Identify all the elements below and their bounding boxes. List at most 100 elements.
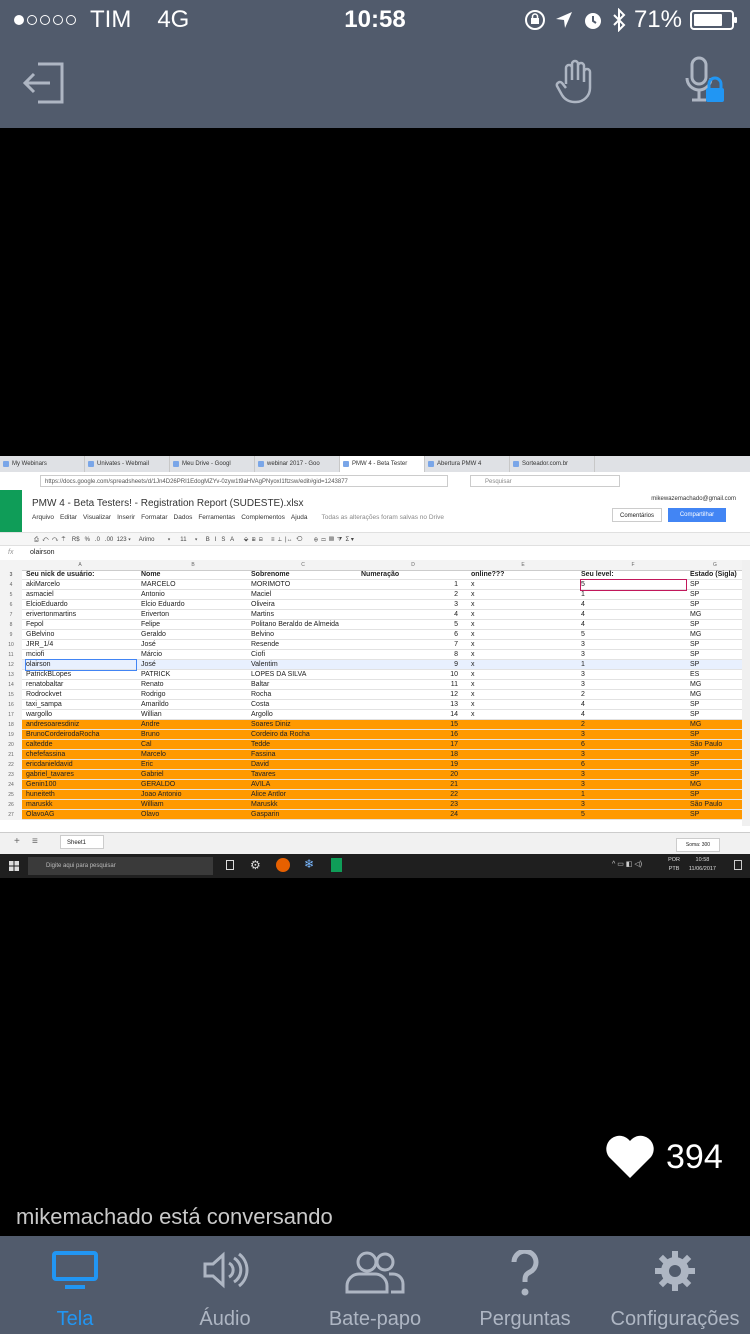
row-number[interactable]: 13 bbox=[0, 670, 22, 680]
mic-locked-icon[interactable] bbox=[684, 56, 728, 108]
exit-icon[interactable] bbox=[22, 60, 66, 106]
browser-tab[interactable]: My Webinars bbox=[0, 456, 85, 472]
table-cell[interactable]: 4 bbox=[581, 710, 686, 720]
table-cell[interactable]: 6 bbox=[581, 760, 686, 770]
nav-bate-papo[interactable]: Bate-papo bbox=[300, 1236, 450, 1334]
table-cell[interactable]: Gabriel bbox=[141, 770, 246, 780]
column-header[interactable]: G bbox=[688, 560, 742, 570]
table-cell[interactable]: São Paulo bbox=[690, 800, 742, 810]
menu-item[interactable]: Editar bbox=[60, 514, 77, 521]
table-cell[interactable]: 3 bbox=[581, 670, 686, 680]
table-cell[interactable]: x bbox=[471, 580, 576, 590]
browser-search-input[interactable]: Pesquisar bbox=[470, 475, 620, 487]
table-cell[interactable]: Antonio bbox=[141, 590, 246, 600]
table-cell[interactable]: 1 bbox=[581, 590, 686, 600]
table-cell[interactable]: 11 bbox=[361, 680, 458, 690]
menu-item[interactable]: Dados bbox=[174, 514, 193, 521]
taskbar-language[interactable]: POR PTB bbox=[668, 856, 680, 874]
table-cell[interactable]: SP bbox=[690, 710, 742, 720]
table-cell[interactable]: 15 bbox=[361, 720, 458, 730]
table-cell[interactable]: 4 bbox=[581, 700, 686, 710]
row-number[interactable]: 26 bbox=[0, 800, 22, 810]
table-cell[interactable]: 21 bbox=[361, 780, 458, 790]
row-number[interactable]: 9 bbox=[0, 630, 22, 640]
table-cell[interactable]: x bbox=[471, 710, 576, 720]
heart-icon[interactable] bbox=[604, 1134, 656, 1180]
table-cell[interactable] bbox=[471, 720, 576, 730]
table-cell[interactable]: José bbox=[141, 640, 246, 650]
snowflake-app-icon[interactable]: ❄ bbox=[304, 857, 314, 871]
firefox-icon[interactable] bbox=[276, 858, 290, 872]
browser-tab[interactable]: Univates - Webmail bbox=[85, 456, 170, 472]
row-number[interactable]: 25 bbox=[0, 790, 22, 800]
table-cell[interactable] bbox=[471, 760, 576, 770]
table-cell[interactable]: MG bbox=[690, 690, 742, 700]
table-cell[interactable]: SP bbox=[690, 700, 742, 710]
table-cell[interactable]: 3 bbox=[581, 680, 686, 690]
row-number[interactable]: 27 bbox=[0, 810, 22, 820]
table-cell[interactable]: ericdanieldavid bbox=[26, 760, 136, 770]
table-cell[interactable]: MORIMOTO bbox=[251, 580, 356, 590]
table-cell[interactable]: akiMarcelo bbox=[26, 580, 136, 590]
row-number[interactable]: 14 bbox=[0, 680, 22, 690]
table-cell[interactable]: SP bbox=[690, 760, 742, 770]
row-number[interactable]: 18 bbox=[0, 720, 22, 730]
table-cell[interactable]: Eric bbox=[141, 760, 246, 770]
table-cell[interactable]: José bbox=[141, 660, 246, 670]
table-cell[interactable]: 20 bbox=[361, 770, 458, 780]
sheet-tab[interactable]: Sheet1 bbox=[60, 835, 104, 849]
table-cell[interactable]: x bbox=[471, 590, 576, 600]
row-number[interactable]: 20 bbox=[0, 740, 22, 750]
table-cell[interactable]: 3 bbox=[581, 800, 686, 810]
table-cell[interactable]: Joao Antonio bbox=[141, 790, 246, 800]
table-cell[interactable]: Bruno bbox=[141, 730, 246, 740]
table-cell[interactable]: Martins bbox=[251, 610, 356, 620]
table-cell[interactable]: SP bbox=[690, 650, 742, 660]
table-cell[interactable]: 2 bbox=[581, 720, 686, 730]
table-cell[interactable]: Elcio Eduardo bbox=[141, 600, 246, 610]
table-cell[interactable]: Genin100 bbox=[26, 780, 136, 790]
table-cell[interactable]: 13 bbox=[361, 700, 458, 710]
table-cell[interactable]: erivertonmartins bbox=[26, 610, 136, 620]
table-cell[interactable] bbox=[471, 800, 576, 810]
table-cell[interactable]: SP bbox=[690, 580, 742, 590]
table-cell[interactable]: 8 bbox=[361, 650, 458, 660]
table-cell[interactable]: x bbox=[471, 670, 576, 680]
table-cell[interactable]: Argollo bbox=[251, 710, 356, 720]
menu-item[interactable]: Inserir bbox=[117, 514, 135, 521]
table-cell[interactable]: Rodrigo bbox=[141, 690, 246, 700]
table-cell[interactable]: renatobaltar bbox=[26, 680, 136, 690]
table-cell[interactable]: 7 bbox=[361, 640, 458, 650]
column-header[interactable]: C bbox=[248, 560, 358, 570]
nav-perguntas[interactable]: Perguntas bbox=[450, 1236, 600, 1334]
table-cell[interactable] bbox=[471, 810, 576, 820]
windows-start-icon[interactable] bbox=[9, 861, 19, 871]
table-cell[interactable]: x bbox=[471, 620, 576, 630]
table-cell[interactable]: 6 bbox=[581, 740, 686, 750]
table-cell[interactable]: 5 bbox=[580, 579, 687, 591]
table-cell[interactable]: Fepol bbox=[26, 620, 136, 630]
menu-item[interactable]: Ajuda bbox=[291, 514, 308, 521]
table-cell[interactable]: William bbox=[141, 800, 246, 810]
table-cell[interactable]: Marcelo bbox=[141, 750, 246, 760]
menu-item[interactable]: Visualizar bbox=[83, 514, 111, 521]
table-cell[interactable]: 12 bbox=[361, 690, 458, 700]
table-cell[interactable]: 22 bbox=[361, 790, 458, 800]
header-cell[interactable]: Seu nick de usuário: bbox=[26, 570, 136, 580]
table-cell[interactable] bbox=[471, 730, 576, 740]
table-cell[interactable]: PatrickBLopes bbox=[26, 670, 136, 680]
table-cell[interactable]: ElcioEduardo bbox=[26, 600, 136, 610]
table-cell[interactable]: Alice Antlor bbox=[251, 790, 356, 800]
table-cell[interactable]: OlavoAG bbox=[26, 810, 136, 820]
browser-tab[interactable]: Abertura PMW 4 bbox=[425, 456, 510, 472]
table-cell[interactable]: Felipe bbox=[141, 620, 246, 630]
row-number[interactable]: 4 bbox=[0, 580, 22, 590]
row-number[interactable]: 10 bbox=[0, 640, 22, 650]
account-email[interactable]: mikewazemachado@gmail.com bbox=[651, 496, 736, 502]
row-number[interactable]: 8 bbox=[0, 620, 22, 630]
header-cell[interactable]: online??? bbox=[471, 570, 576, 580]
browser-tab-active[interactable]: PMW 4 - Beta Tester bbox=[340, 456, 425, 472]
table-cell[interactable]: SP bbox=[690, 640, 742, 650]
table-cell[interactable]: Cal bbox=[141, 740, 246, 750]
menu-item[interactable]: Formatar bbox=[141, 514, 167, 521]
